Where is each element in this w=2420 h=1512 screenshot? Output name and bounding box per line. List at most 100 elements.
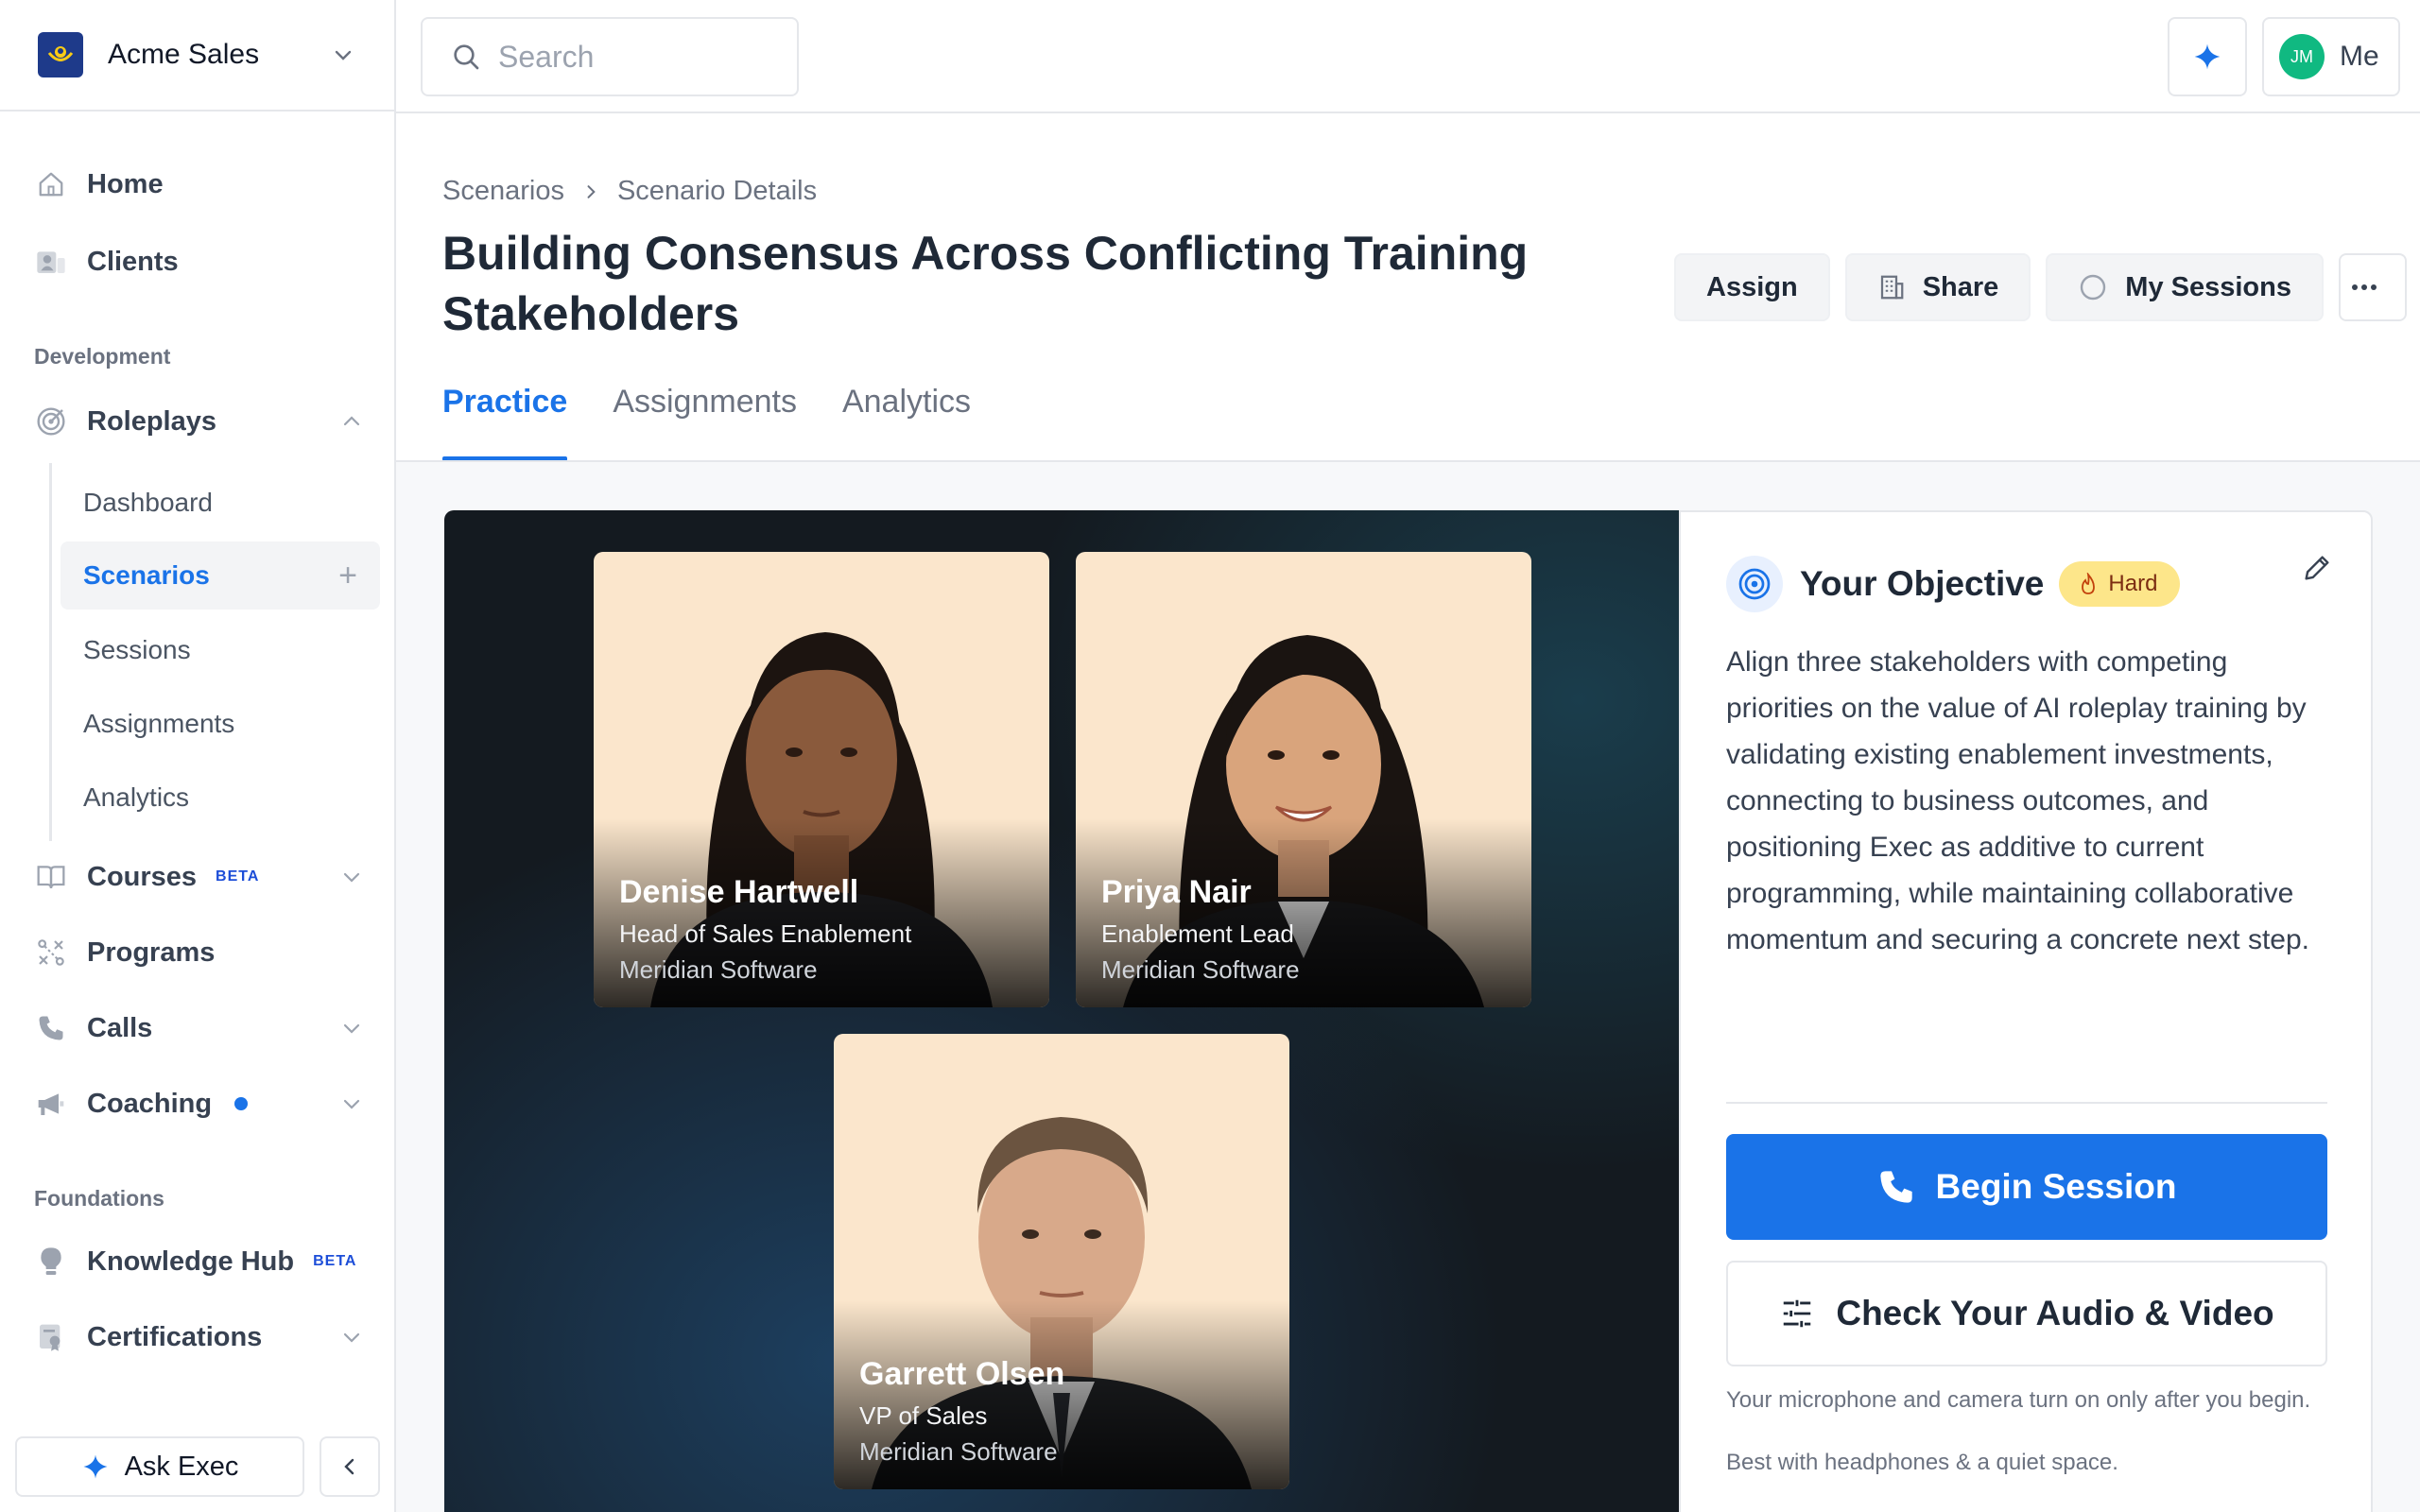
persona-stage: Denise Hartwell Head of Sales Enablement… — [444, 510, 1679, 1512]
flame-icon — [2082, 573, 2096, 594]
begin-session-button[interactable]: Begin Session — [1726, 1134, 2327, 1240]
sidebar-item-label: Courses — [87, 861, 198, 892]
sidebar-item-label: Certifications — [87, 1321, 263, 1352]
objective-title: Your Objective — [1800, 564, 2045, 603]
difficulty-label: Hard — [2108, 571, 2158, 596]
more-options-button[interactable] — [2338, 253, 2407, 321]
search-input[interactable] — [498, 39, 782, 75]
begin-session-label: Begin Session — [1935, 1167, 2177, 1206]
sidebar-subitem-scenarios[interactable]: Scenarios + — [60, 541, 380, 610]
programs-icon — [34, 936, 68, 970]
sidebar-item-label: Coaching — [87, 1088, 213, 1119]
chevron-down-icon[interactable] — [338, 1324, 365, 1350]
sidebar-item-programs[interactable]: Programs — [34, 919, 380, 986]
assign-button[interactable]: Assign — [1674, 253, 1830, 321]
persona-card[interactable]: Priya Nair Enablement Lead Meridian Soft… — [1076, 552, 1531, 1007]
chevron-down-icon[interactable] — [338, 1091, 365, 1117]
collapse-sidebar-button[interactable] — [320, 1436, 380, 1497]
sidebar-subitem-assignments[interactable]: Assignments — [60, 690, 380, 758]
tab-assignments[interactable]: Assignments — [613, 374, 797, 461]
sidebar-item-courses[interactable]: Courses BETA — [34, 844, 380, 910]
add-scenario-icon[interactable]: + — [338, 558, 357, 594]
building-icon — [1880, 275, 1904, 300]
chevron-down-icon[interactable] — [338, 864, 365, 890]
sidebar-item-label: Roleplays — [87, 405, 216, 437]
sidebar-item-calls[interactable]: Calls — [34, 995, 380, 1061]
sidebar-item-home[interactable]: Home — [34, 151, 380, 217]
target-icon — [1726, 556, 1783, 612]
persona-name: Priya Nair — [1101, 874, 1252, 910]
persona-company: Meridian Software — [859, 1437, 1058, 1466]
book-icon — [34, 860, 68, 894]
sparkle-icon — [83, 1454, 108, 1479]
lightbulb-icon — [34, 1245, 68, 1279]
certificate-icon — [34, 1320, 68, 1354]
search-box[interactable] — [421, 17, 799, 96]
persona-card[interactable]: Denise Hartwell Head of Sales Enablement… — [594, 552, 1049, 1007]
top-bar: JM Me — [396, 0, 2420, 113]
sidebar-item-clients[interactable]: Clients — [34, 229, 380, 295]
user-menu-button[interactable]: JM Me — [2262, 17, 2400, 96]
chevron-down-icon — [330, 42, 356, 68]
breadcrumb-parent-link[interactable]: Scenarios — [442, 176, 564, 207]
chevron-down-icon[interactable] — [338, 1015, 365, 1041]
objective-description: Align three stakeholders with competing … — [1726, 646, 2309, 955]
sidebar-item-knowledge-hub[interactable]: Knowledge Hub BETA — [34, 1228, 380, 1295]
sidebar-item-roleplays[interactable]: Roleplays — [34, 388, 380, 455]
sidebar-item-certifications[interactable]: Certifications — [34, 1304, 380, 1370]
user-menu-label: Me — [2340, 41, 2379, 72]
persona-name: Denise Hartwell — [619, 874, 859, 910]
share-button[interactable]: Share — [1844, 253, 2031, 321]
avatar: JM — [2279, 34, 2325, 79]
sparkle-icon — [2194, 43, 2221, 70]
sidebar: Acme Sales Home Clients Development Role… — [0, 0, 396, 1512]
tab-analytics[interactable]: Analytics — [842, 374, 971, 461]
sidebar-subitem-label: Scenarios — [83, 560, 210, 590]
sidebar-item-label: Knowledge Hub — [87, 1246, 295, 1277]
edit-icon[interactable] — [2301, 552, 2333, 589]
persona-name: Garrett Olsen — [859, 1356, 1065, 1392]
tab-bar: Practice Assignments Analytics — [442, 374, 971, 461]
persona-card[interactable]: Garrett Olsen VP of Sales Meridian Softw… — [834, 1034, 1289, 1489]
persona-company: Meridian Software — [619, 955, 818, 984]
submenu-rail — [49, 463, 52, 841]
difficulty-badge: Hard — [2059, 561, 2181, 607]
ai-assistant-button[interactable] — [2168, 17, 2247, 96]
target-icon — [34, 404, 68, 438]
section-label-foundations: Foundations — [34, 1186, 164, 1211]
megaphone-icon — [34, 1087, 68, 1121]
home-icon — [34, 167, 68, 201]
sidebar-subitem-dashboard[interactable]: Dashboard — [60, 469, 380, 537]
sidebar-item-label: Programs — [87, 936, 216, 968]
org-logo — [38, 32, 83, 77]
org-name: Acme Sales — [108, 39, 260, 70]
sliders-icon — [1784, 1299, 1811, 1328]
mic-camera-note: Your microphone and camera turn on only … — [1726, 1387, 2311, 1413]
notification-dot — [234, 1097, 249, 1110]
objective-panel: Your Objective Hard Align three stakehol… — [1679, 510, 2373, 1512]
org-switcher[interactable]: Acme Sales — [0, 0, 394, 112]
check-audio-video-button[interactable]: Check Your Audio & Video — [1726, 1261, 2327, 1366]
search-icon — [454, 44, 479, 70]
persona-role: Enablement Lead — [1101, 919, 1294, 948]
sidebar-subitem-sessions[interactable]: Sessions — [60, 616, 380, 684]
sidebar-item-coaching[interactable]: Coaching — [34, 1071, 380, 1137]
chevron-up-icon[interactable] — [338, 408, 365, 435]
persona-company: Meridian Software — [1101, 955, 1300, 984]
persona-role: VP of Sales — [859, 1401, 988, 1430]
persona-role: Head of Sales Enablement — [619, 919, 912, 948]
phone-icon — [34, 1011, 68, 1045]
beta-badge: BETA — [313, 1253, 357, 1269]
tab-practice[interactable]: Practice — [442, 374, 568, 461]
check-audio-video-label: Check Your Audio & Video — [1836, 1294, 2274, 1332]
header-actions: Assign Share My Sessions — [1674, 253, 2407, 321]
my-sessions-button[interactable]: My Sessions — [2046, 253, 2324, 321]
chevron-left-icon — [344, 1458, 354, 1475]
my-sessions-label: My Sessions — [2125, 271, 2291, 302]
ask-exec-button[interactable]: Ask Exec — [15, 1436, 304, 1497]
sidebar-item-label: Calls — [87, 1012, 153, 1043]
objective-header: Your Objective Hard — [1726, 556, 2181, 612]
sidebar-subitem-analytics[interactable]: Analytics — [60, 764, 380, 832]
breadcrumb-current: Scenario Details — [616, 176, 818, 206]
chevron-right-icon — [581, 182, 600, 201]
